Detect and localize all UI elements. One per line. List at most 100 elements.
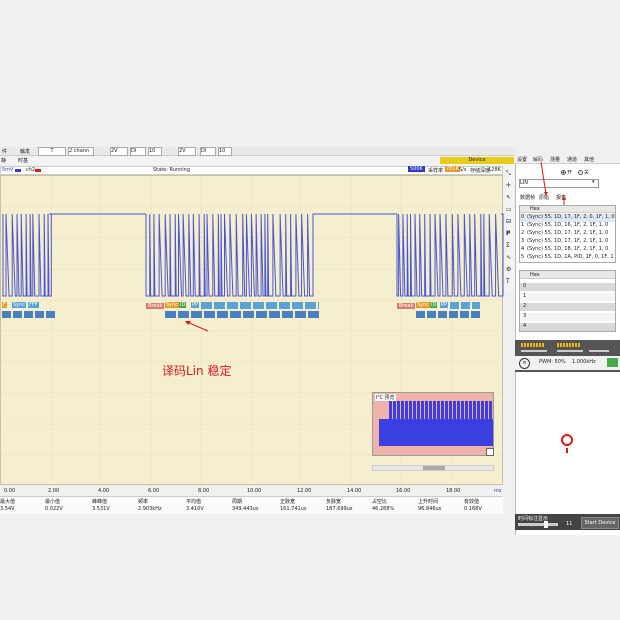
- table-row[interactable]: 2 (Sync) 55, 1D, 17, 1F, 2, 1F, 1, 0: [520, 230, 615, 238]
- state-text: State: Running: [153, 167, 190, 173]
- measurement-value: 161.741us: [280, 506, 307, 512]
- pwm-icon[interactable]: ≡: [519, 358, 530, 369]
- measurement-label: 有效值: [464, 499, 480, 505]
- list-item[interactable]: 3: [520, 313, 615, 321]
- menu-di-1[interactable]: DI: [130, 147, 146, 156]
- menu-div-1[interactable]: 10: [148, 147, 162, 156]
- row-index: 5: [521, 254, 525, 260]
- time-tick: 0.00: [4, 488, 16, 494]
- table-header: Hex: [530, 206, 540, 212]
- protocol-select[interactable]: LIN: [519, 179, 599, 188]
- subtab-report[interactable]: 报表: [556, 194, 566, 201]
- sample-label: 采样率: [428, 168, 444, 174]
- slider-track[interactable]: [589, 350, 609, 352]
- measurement-value: 3.54V: [0, 506, 15, 512]
- tab-other[interactable]: 其他: [584, 156, 594, 163]
- decode-data-strip: [450, 302, 480, 309]
- list-item[interactable]: 0: [520, 283, 615, 291]
- toolbar-left-label[interactable]: 静: [1, 157, 6, 164]
- table-row[interactable]: 1 (Sync) 55, 1D, 16, 1F, 2, 1F, 1, 0: [520, 222, 615, 230]
- decode-tag: Sync: [12, 302, 27, 308]
- overview-check-icon[interactable]: [486, 448, 494, 456]
- subtab-raw[interactable]: 原始: [539, 194, 549, 201]
- subtab-bar: 数据帧 原始 报表: [518, 194, 618, 202]
- menu-volt-2[interactable]: 2V: [178, 147, 196, 156]
- menu-di-2[interactable]: DI: [200, 147, 216, 156]
- toolbar-mode-label[interactable]: 时基: [18, 157, 28, 164]
- decode-data-strip: [201, 302, 319, 309]
- measurement-value: 96.846us: [418, 506, 442, 512]
- signal-burst: [2, 213, 52, 297]
- hex-table-header: Hex: [520, 271, 615, 279]
- bottom-slider-thumb[interactable]: [544, 521, 548, 528]
- depth-value: 128K: [488, 167, 501, 173]
- decode-group-3: Sync ID PP: [416, 302, 482, 320]
- tab-channel[interactable]: 通道: [567, 156, 577, 163]
- crosshair-icon[interactable]: ✛: [506, 182, 511, 189]
- overview-scroll-thumb[interactable]: [423, 466, 445, 470]
- pwm-toggle[interactable]: [607, 358, 618, 367]
- row-text: (Sync) 55, 1D, 17, 1F, 2, 0, 1F, 1, 0: [527, 214, 615, 220]
- list-item[interactable]: 4: [520, 323, 615, 331]
- probe-icon[interactable]: P: [506, 230, 510, 237]
- menu-file[interactable]: 件: [2, 148, 7, 155]
- menu-volt-1[interactable]: 2V: [110, 147, 128, 156]
- table-row[interactable]: 0 (Sync) 55, 1D, 17, 1F, 2, 0, 1F, 1, 0: [520, 214, 615, 222]
- row-index: 1: [521, 222, 525, 228]
- decode-tag: PP: [440, 302, 449, 308]
- measurement-label: 峰峰值: [92, 499, 108, 505]
- slider-track[interactable]: [557, 350, 583, 352]
- pwm-row: ≡ PWM: 50% 1.000kHz: [515, 356, 620, 370]
- device-label[interactable]: Device: [440, 157, 514, 164]
- decode-tag: PP: [191, 302, 200, 308]
- overview-panel[interactable]: I²C 预览: [372, 392, 494, 456]
- tab-decode[interactable]: 解码: [533, 156, 544, 163]
- measure-icon[interactable]: ⊟: [506, 218, 511, 225]
- menu-channel-select[interactable]: 2 chann: [68, 147, 94, 156]
- brand-logo-pin: [566, 448, 568, 453]
- channel-a-label[interactable]: 5mV: [2, 167, 13, 173]
- overview-scrollbar[interactable]: [372, 465, 494, 471]
- overview-waveform: [389, 401, 493, 419]
- menu-trigger[interactable]: 触发: [20, 148, 30, 155]
- overview-waveform-bar: [379, 419, 493, 446]
- menu-div-2[interactable]: 10: [218, 147, 232, 156]
- table-row[interactable]: 5 (Sync) 55, 1D, 1A, PID, 1F, 0, 1F, 1: [520, 254, 615, 262]
- channel-b-label[interactable]: ch2: [26, 167, 35, 173]
- ruler-icon[interactable]: ▭: [506, 206, 512, 213]
- signal-indicator: [521, 343, 545, 347]
- list-item[interactable]: 1: [520, 293, 615, 301]
- fft-icon[interactable]: ∿: [506, 254, 511, 261]
- bottom-slider[interactable]: [518, 521, 558, 528]
- time-axis: 0.00 2.00 4.00 6.00 8.00 10.00 12.00 14.…: [0, 487, 503, 496]
- radio-off[interactable]: [578, 170, 583, 175]
- slider-value: 11: [566, 521, 573, 527]
- row-index: 2: [523, 303, 527, 309]
- sample-badge: 781K: [445, 166, 460, 172]
- radio-on[interactable]: [561, 170, 566, 175]
- annotation-arrow: [186, 321, 209, 332]
- decode-break-label-3: Break: [397, 303, 416, 309]
- table-row[interactable]: 4 (Sync) 55, 1D, 18, 1F, 2, 1F, 1, 0: [520, 246, 615, 254]
- rate-badge: 500K: [408, 166, 425, 172]
- zoom-icon[interactable]: ⤡: [506, 170, 511, 178]
- tab-measure[interactable]: 测量: [550, 156, 560, 163]
- measurement-bar: 最大值 3.54V 最小值 0.022V 峰峰值 3.531V 频率 2.903…: [0, 496, 503, 514]
- list-item[interactable]: 2: [520, 303, 615, 311]
- measurement-label: 占空比: [372, 499, 388, 505]
- subtab-frames[interactable]: 数据帧: [520, 194, 535, 201]
- cursor-icon[interactable]: ↖: [506, 194, 511, 201]
- settings-icon[interactable]: ⚙: [506, 266, 511, 273]
- menu-t-field[interactable]: T: [38, 147, 66, 156]
- chevron-down-icon[interactable]: ▾: [592, 179, 595, 185]
- start-device-button[interactable]: Start Device: [581, 517, 619, 529]
- tab-settings[interactable]: 设置: [517, 156, 527, 163]
- slider-track[interactable]: [521, 350, 547, 352]
- table-row[interactable]: 3 (Sync) 55, 1D, 17, 1F, 2, 1F, 1, 0: [520, 238, 615, 246]
- time-unit: ms: [494, 488, 502, 494]
- row-text: (Sync) 55, 1D, 17, 1F, 2, 1F, 1, 0: [527, 238, 609, 244]
- text-icon[interactable]: T: [506, 278, 510, 285]
- signal-indicator: [557, 343, 581, 347]
- math-icon[interactable]: Σ: [506, 242, 510, 249]
- time-tick: 6.00: [148, 488, 160, 494]
